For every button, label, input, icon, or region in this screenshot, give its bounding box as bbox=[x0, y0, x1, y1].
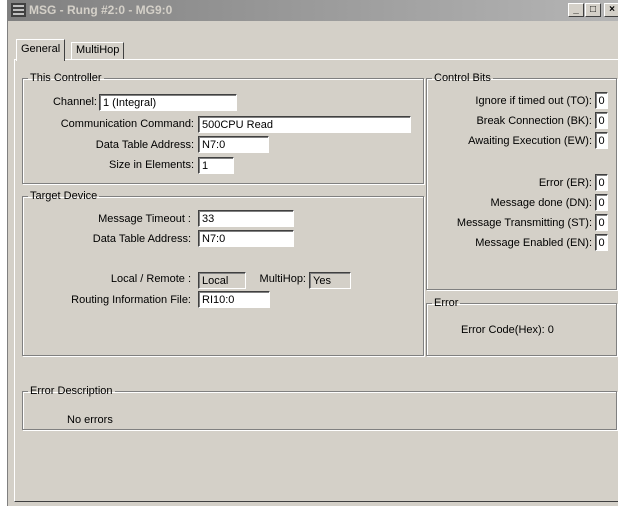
data-table-address-field[interactable]: N7:0 bbox=[198, 136, 269, 153]
title-bar[interactable]: MSG - Rung #2:0 - MG9:0 _ □ × bbox=[8, 0, 618, 21]
close-icon[interactable]: × bbox=[604, 3, 618, 17]
communication-command-label: Communication Command: bbox=[60, 118, 194, 130]
routing-information-file-label: Routing Information File: bbox=[71, 294, 191, 306]
window-title: MSG - Rung #2:0 - MG9:0 bbox=[29, 3, 173, 17]
message-timeout-label: Message Timeout : bbox=[98, 213, 191, 225]
st-bit-label: Message Transmitting (ST): bbox=[456, 217, 592, 229]
communication-command-field[interactable]: 500CPU Read bbox=[198, 116, 411, 133]
channel-field[interactable]: 1 (Integral) bbox=[99, 94, 237, 111]
maximize-icon[interactable]: □ bbox=[585, 3, 601, 17]
tab-multihop[interactable]: MultiHop bbox=[71, 42, 125, 59]
tab-general[interactable]: General bbox=[16, 39, 66, 61]
ladder-app-icon bbox=[11, 3, 26, 17]
data-table-address-label: Data Table Address: bbox=[95, 139, 194, 151]
ew-bit-field[interactable]: 0 bbox=[595, 132, 608, 149]
er-bit-field[interactable]: 0 bbox=[595, 174, 608, 191]
channel-label: Channel: bbox=[52, 96, 97, 108]
this-controller-legend: This Controller bbox=[30, 72, 102, 84]
st-bit-field[interactable]: 0 bbox=[595, 214, 608, 231]
minimize-icon[interactable]: _ bbox=[568, 3, 584, 17]
error-code-label: Error Code(Hex): 0 bbox=[461, 324, 554, 336]
target-data-table-address-field[interactable]: N7:0 bbox=[198, 230, 294, 247]
multihop-label: MultiHop: bbox=[259, 273, 306, 285]
control-bits-legend: Control Bits bbox=[434, 72, 491, 84]
routing-information-file-field[interactable]: RI10:0 bbox=[198, 291, 270, 308]
dn-bit-field[interactable]: 0 bbox=[595, 194, 608, 211]
size-in-elements-field[interactable]: 1 bbox=[198, 157, 234, 174]
er-bit-label: Error (ER): bbox=[538, 177, 592, 189]
to-bit-label: Ignore if timed out (TO): bbox=[475, 95, 592, 107]
error-description-legend: Error Description bbox=[30, 385, 113, 397]
local-remote-field: Local bbox=[198, 272, 246, 289]
multihop-field: Yes bbox=[309, 272, 351, 289]
en-bit-label: Message Enabled (EN): bbox=[475, 237, 592, 249]
local-remote-label: Local / Remote : bbox=[110, 273, 191, 285]
dn-bit-label: Message done (DN): bbox=[490, 197, 593, 209]
to-bit-field[interactable]: 0 bbox=[595, 92, 608, 109]
size-in-elements-label: Size in Elements: bbox=[109, 159, 194, 171]
error-description-text: No errors bbox=[67, 414, 113, 426]
ew-bit-label: Awaiting Execution (EW): bbox=[468, 135, 592, 147]
target-data-table-address-label: Data Table Address: bbox=[92, 233, 191, 245]
bk-bit-label: Break Connection (BK): bbox=[476, 115, 592, 127]
target-device-legend: Target Device bbox=[30, 190, 98, 202]
error-legend: Error bbox=[434, 297, 459, 309]
msg-dialog-window: MSG - Rung #2:0 - MG9:0 _ □ × General Mu… bbox=[7, 0, 618, 506]
message-timeout-field[interactable]: 33 bbox=[198, 210, 294, 227]
en-bit-field[interactable]: 0 bbox=[595, 234, 608, 251]
bk-bit-field[interactable]: 0 bbox=[595, 112, 608, 129]
